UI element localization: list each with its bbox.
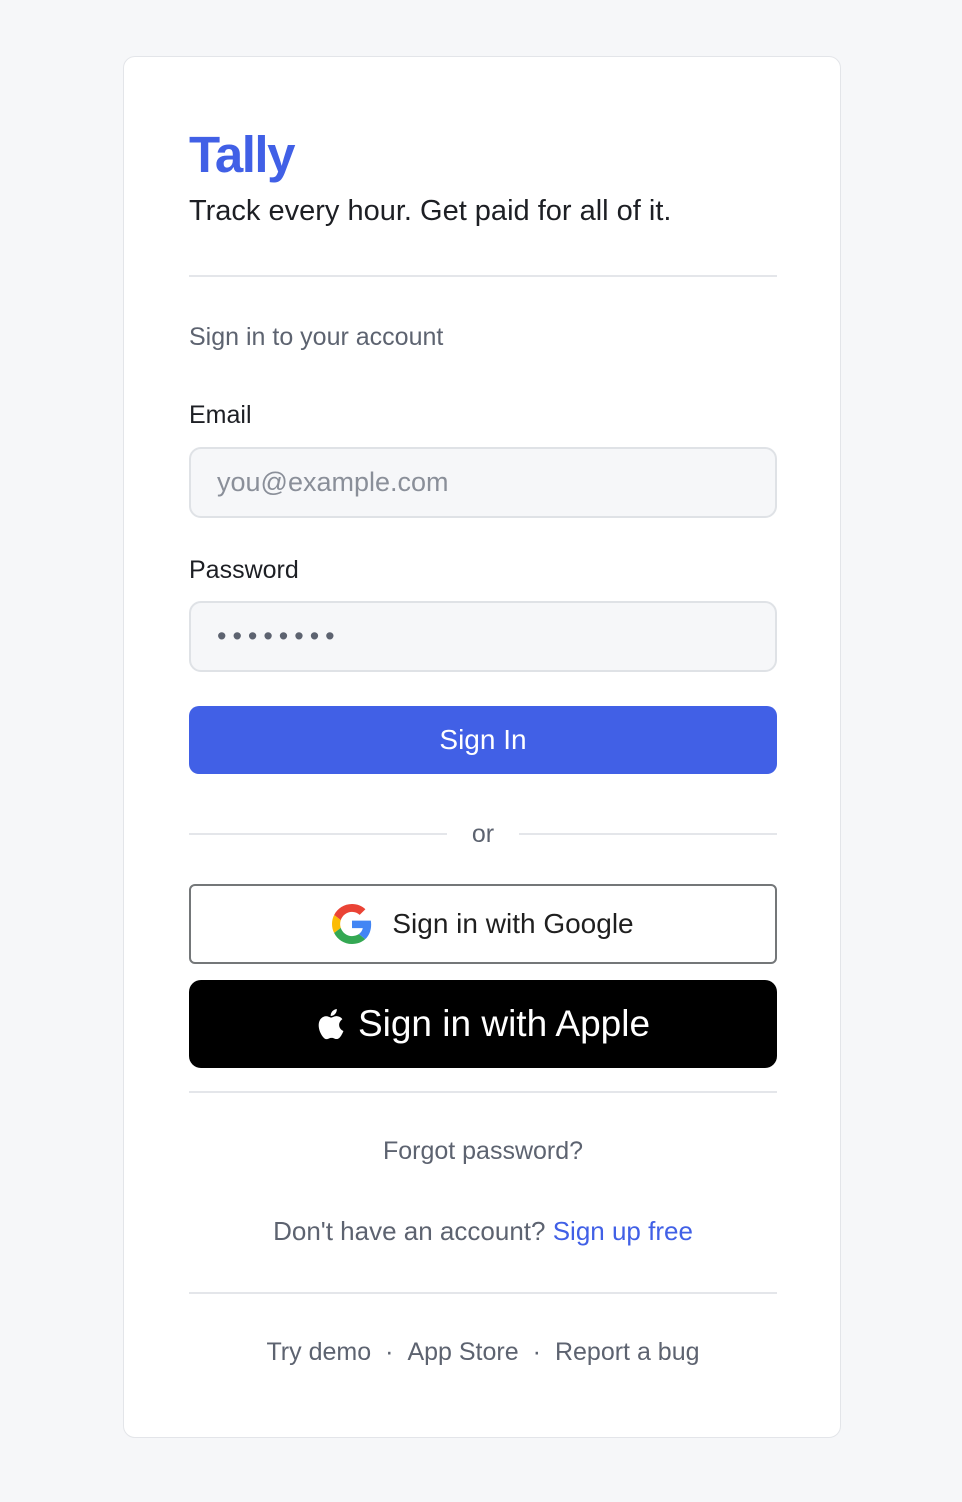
- google-button-label: Sign in with Google: [392, 908, 634, 939]
- password-label: Password: [189, 556, 299, 584]
- divider-top: [189, 275, 777, 277]
- email-field[interactable]: [189, 447, 777, 518]
- divider-bottom: [189, 1292, 777, 1294]
- password-field[interactable]: ••••••••: [189, 601, 777, 672]
- signup-prompt: Don't have an account?: [273, 1216, 546, 1246]
- footer-links: Try demo · App Store · Report a bug: [189, 1338, 777, 1367]
- or-label: or: [471, 819, 495, 848]
- brand-logo: Tally: [189, 126, 295, 183]
- footer-separator: ·: [385, 1338, 394, 1366]
- sign-in-button[interactable]: Sign In: [189, 706, 777, 774]
- brand-tagline: Track every hour. Get paid for all of it…: [189, 195, 672, 227]
- email-label: Email: [189, 401, 252, 429]
- divider-line-left: [189, 833, 447, 835]
- google-sign-in-button[interactable]: Sign in with Google: [189, 884, 777, 964]
- password-masked-value: ••••••••: [217, 621, 341, 651]
- try-demo-link[interactable]: Try demo: [266, 1338, 371, 1366]
- apple-icon: [316, 1007, 344, 1041]
- divider-line-right: [519, 833, 778, 835]
- signup-link[interactable]: Sign up free: [553, 1216, 693, 1246]
- google-icon: [332, 904, 372, 944]
- signup-row: Don't have an account? Sign up free: [189, 1216, 777, 1247]
- app-store-link[interactable]: App Store: [407, 1338, 518, 1366]
- login-card: Tally Track every hour. Get paid for all…: [123, 56, 841, 1438]
- login-subtitle: Sign in to your account: [189, 323, 444, 351]
- or-divider: or: [189, 819, 778, 849]
- forgot-password-link[interactable]: Forgot password?: [189, 1137, 777, 1166]
- apple-button-label: Sign in with Apple: [357, 1003, 651, 1044]
- apple-sign-in-button[interactable]: Sign in with Apple: [189, 980, 777, 1068]
- report-bug-link[interactable]: Report a bug: [555, 1338, 700, 1366]
- divider-middle: [189, 1091, 777, 1093]
- footer-separator: ·: [532, 1338, 541, 1366]
